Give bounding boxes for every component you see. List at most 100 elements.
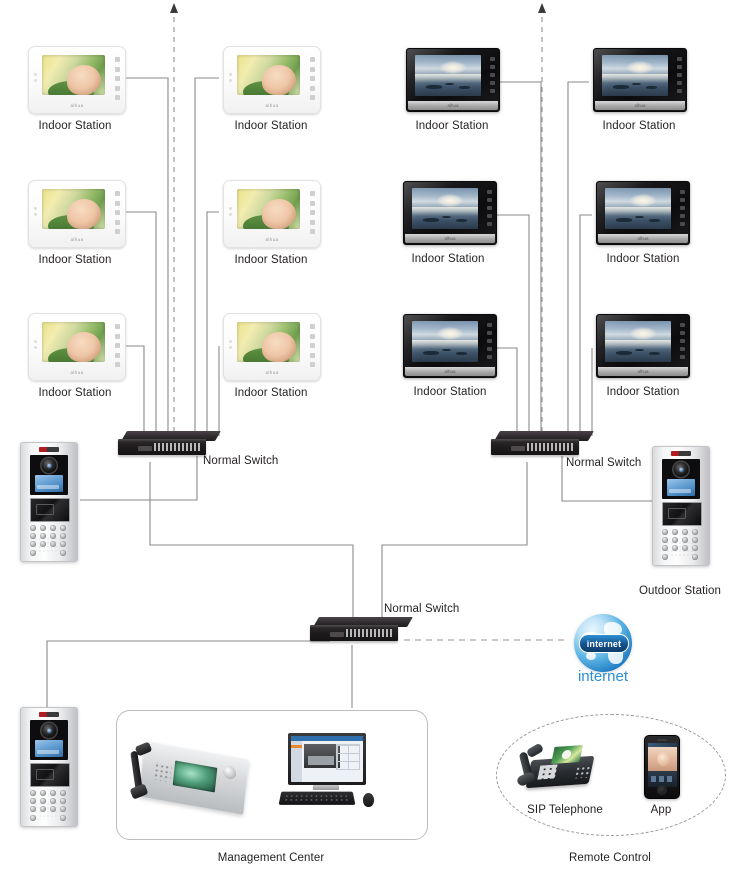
outdoor-display: [35, 475, 63, 492]
indoor-station-black[interactable]: alhua: [403, 181, 497, 245]
camera-icon: [41, 458, 57, 473]
indoor-station-white[interactable]: alhua: [28, 46, 126, 114]
outdoor-station-left[interactable]: [20, 442, 78, 562]
normal-switch-label: Normal Switch: [203, 455, 279, 467]
card-reader[interactable]: [662, 502, 702, 526]
card-reader[interactable]: [30, 763, 70, 787]
speaker-grille: [666, 541, 696, 557]
card-reader[interactable]: [30, 498, 70, 522]
indoor-screen: [237, 189, 300, 229]
indoor-screen: [42, 322, 105, 362]
phone-handset[interactable]: [515, 742, 545, 788]
internet-badge: internet: [579, 634, 629, 653]
home-button[interactable]: [657, 785, 667, 795]
indoor-touch-keys[interactable]: [310, 324, 315, 367]
camera-icon: [41, 723, 57, 738]
brand-logo: alhua: [70, 237, 84, 242]
phone-softkeys[interactable]: [573, 765, 591, 779]
brand-logo: alhua: [265, 237, 279, 242]
app-video-feed: [647, 747, 677, 771]
indoor-station-white[interactable]: alhua: [223, 46, 321, 114]
indoor-touch-keys[interactable]: [115, 191, 120, 234]
mouse[interactable]: [363, 793, 374, 807]
smartphone-app[interactable]: [644, 735, 680, 799]
indoor-station-black[interactable]: alhua: [403, 314, 497, 378]
indoor-touch-keys[interactable]: [115, 57, 120, 100]
internet-globe-icon[interactable]: internet: [574, 614, 632, 672]
accent-highlight: [291, 745, 302, 748]
master-station-console[interactable]: [128, 738, 249, 818]
indoor-station-label: Indoor Station: [602, 120, 676, 132]
indoor-station-white[interactable]: alhua: [223, 313, 321, 381]
switch-display: [138, 446, 152, 451]
indoor-station-label: Indoor Station: [234, 387, 308, 399]
switch-ports: [527, 443, 573, 451]
indoor-station-white[interactable]: alhua: [223, 180, 321, 248]
indoor-station-white[interactable]: alhua: [28, 313, 126, 381]
brand-bar: alhua: [408, 101, 498, 110]
network-diagram: alhua Indoor Station alhua Indoor Statio…: [0, 0, 730, 884]
management-center-label: Management Center: [217, 852, 325, 864]
monitor-stand: [313, 785, 339, 790]
brand-bar: alhua: [598, 234, 688, 243]
indoor-station-black[interactable]: alhua: [406, 48, 500, 112]
brand-logo: alhua: [70, 370, 84, 375]
switch-front-panel: [118, 439, 206, 455]
switch-ports: [154, 443, 200, 451]
earpiece: [657, 739, 667, 741]
console-keypad[interactable]: [153, 762, 172, 783]
indoor-station-black[interactable]: alhua: [593, 48, 687, 112]
indoor-station-black[interactable]: alhua: [596, 314, 690, 378]
indoor-station-label: Indoor Station: [415, 120, 489, 132]
switch-front-panel: [310, 625, 398, 641]
console-handset[interactable]: [129, 741, 154, 802]
brand-logo: alhua: [70, 103, 84, 108]
outdoor-station-right[interactable]: [652, 446, 710, 566]
indoor-screen: [42, 55, 105, 95]
indoor-touch-keys[interactable]: [310, 57, 315, 100]
brand-bar: alhua: [598, 367, 688, 376]
indoor-screen: [237, 322, 300, 362]
brand-bar: alhua: [595, 101, 685, 110]
video-preview: [304, 744, 340, 768]
brand-logo: [39, 712, 59, 717]
indoor-station-label: Indoor Station: [413, 386, 487, 398]
remote-control-label: Remote Control: [569, 852, 651, 864]
switch-ports: [346, 629, 392, 637]
camera-icon: [673, 462, 689, 477]
indoor-left-leds: [34, 73, 37, 82]
pc-screen: [291, 736, 363, 782]
indoor-left-leds: [34, 207, 37, 216]
outdoor-display: [667, 479, 695, 496]
phone-screen: [647, 743, 677, 787]
indoor-left-leds: [229, 73, 232, 82]
globe-landmass: [586, 652, 596, 660]
indoor-station-label: Indoor Station: [38, 387, 112, 399]
management-pc[interactable]: [278, 733, 374, 811]
indoor-screen: [237, 55, 300, 95]
keyboard[interactable]: [278, 791, 356, 805]
outdoor-station-label: Outdoor Station: [638, 585, 722, 597]
indoor-station-black[interactable]: alhua: [596, 181, 690, 245]
indoor-screen: [42, 189, 105, 229]
switch-front-panel: [491, 439, 579, 455]
phone-display: [550, 745, 584, 764]
network-switch-core[interactable]: [310, 617, 413, 647]
outdoor-camera-panel: [30, 455, 68, 495]
sip-telephone-label: SIP Telephone: [527, 804, 603, 816]
indoor-station-label: Indoor Station: [606, 253, 680, 265]
outdoor-camera-panel: [30, 720, 68, 760]
indoor-touch-keys[interactable]: [115, 324, 120, 367]
switch-display: [511, 446, 525, 451]
indoor-station-white[interactable]: alhua: [28, 180, 126, 248]
brand-logo: alhua: [265, 103, 279, 108]
sip-telephone[interactable]: [515, 738, 595, 794]
indoor-left-leds: [229, 207, 232, 216]
indoor-touch-keys[interactable]: [310, 191, 315, 234]
indoor-station-label: Indoor Station: [38, 120, 112, 132]
channel-grid: [336, 744, 360, 770]
outdoor-station-bottom[interactable]: [20, 707, 78, 827]
speaker-grille: [34, 802, 64, 818]
indoor-station-label: Indoor Station: [234, 120, 308, 132]
outdoor-camera-panel: [662, 459, 700, 499]
